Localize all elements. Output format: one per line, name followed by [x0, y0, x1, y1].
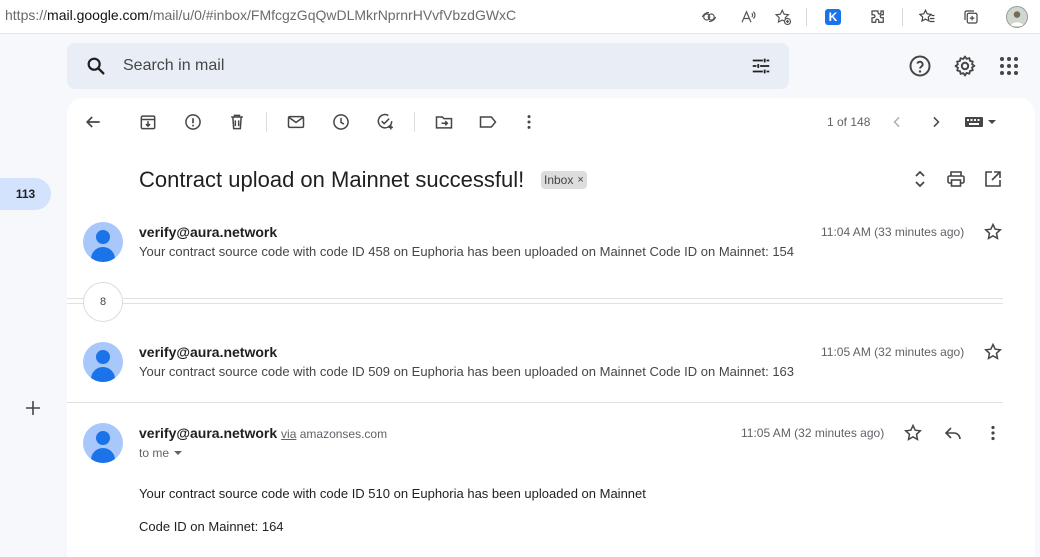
collapsed-messages-count[interactable]: 8: [83, 282, 123, 322]
collections-icon[interactable]: [958, 4, 984, 30]
open-new-window-icon[interactable]: [983, 169, 1003, 189]
message-divider: [67, 402, 1003, 403]
favorites-icon[interactable]: [914, 4, 940, 30]
collapsed-line: [67, 298, 1003, 299]
reading-mode-icon[interactable]: [696, 4, 722, 30]
settings-gear-icon[interactable]: [953, 54, 977, 78]
search-bar[interactable]: Search in mail: [67, 43, 789, 89]
message-time: 11:05 AM (32 minutes ago): [741, 426, 885, 440]
star-icon[interactable]: [983, 222, 1003, 242]
url-field[interactable]: https://mail.google.com/mail/u/0/#inbox/…: [5, 7, 516, 23]
more-vert-icon[interactable]: [983, 423, 1003, 443]
snooze-clock-icon[interactable]: [330, 111, 352, 133]
back-icon[interactable]: [82, 111, 104, 133]
sender-line: verify@aura.network via amazonses.com: [139, 425, 387, 441]
help-icon[interactable]: [908, 54, 932, 78]
sender-avatar: [83, 222, 123, 262]
input-tools-keyboard-icon[interactable]: [964, 111, 1000, 133]
collapsed-line: [67, 303, 1003, 304]
to-me-label: to me: [139, 446, 170, 460]
label-chip-text: Inbox: [544, 173, 574, 187]
profile-avatar[interactable]: [1004, 4, 1030, 30]
url-path: /mail/u/0/#inbox/FMfcgzGqQwDLMkrNprnrHVv…: [148, 7, 517, 23]
extension-letter: K: [825, 9, 841, 25]
newer-chevron-right-icon[interactable]: [925, 111, 947, 133]
label-tag-icon[interactable]: [477, 111, 499, 133]
avatar: [1006, 6, 1028, 28]
more-vert-icon[interactable]: [518, 111, 540, 133]
expand-all-icon[interactable]: [910, 169, 930, 189]
message-body-line: Your contract source code with code ID 5…: [139, 486, 646, 501]
star-icon[interactable]: [903, 423, 923, 443]
divider: [266, 112, 267, 132]
via-link[interactable]: via: [281, 427, 296, 441]
archive-icon[interactable]: [137, 111, 159, 133]
remove-label-close-icon[interactable]: ×: [577, 174, 583, 186]
url-prefix: https://: [5, 7, 48, 23]
search-input[interactable]: Search in mail: [123, 57, 224, 75]
star-icon[interactable]: [983, 342, 1003, 362]
move-to-folder-icon[interactable]: [433, 111, 455, 133]
add-label-icon[interactable]: [23, 398, 43, 418]
pager-count: 1 of 148: [827, 115, 871, 129]
message-snippet[interactable]: Your contract source code with code ID 4…: [139, 244, 794, 259]
add-to-tasks-icon[interactable]: [374, 111, 396, 133]
inbox-unread-count[interactable]: 113: [0, 178, 51, 210]
message-snippet[interactable]: Your contract source code with code ID 5…: [139, 364, 794, 379]
apps-grid-icon[interactable]: [997, 54, 1021, 78]
sender-avatar: [83, 342, 123, 382]
via-domain: amazonses.com: [299, 427, 388, 441]
search-icon[interactable]: [85, 55, 107, 77]
add-favorite-icon[interactable]: [770, 4, 796, 30]
search-options-icon[interactable]: [750, 55, 772, 77]
read-aloud-icon[interactable]: [735, 4, 761, 30]
sender-name[interactable]: verify@aura.network: [139, 224, 277, 240]
report-spam-icon[interactable]: [182, 111, 204, 133]
divider: [414, 112, 415, 132]
inbox-label-chip[interactable]: Inbox ×: [541, 171, 587, 189]
url-host: mail.google.com: [47, 7, 149, 23]
email-subject: Contract upload on Mainnet successful!: [139, 167, 525, 192]
message-time: 11:05 AM (32 minutes ago): [821, 345, 965, 359]
extension-k-icon[interactable]: K: [820, 4, 846, 30]
print-icon[interactable]: [946, 169, 966, 189]
reply-icon[interactable]: [943, 423, 963, 443]
sender-name[interactable]: verify@aura.network: [139, 425, 277, 441]
delete-trash-icon[interactable]: [226, 111, 248, 133]
message-body-line: Code ID on Mainnet: 164: [139, 519, 284, 534]
browser-address-bar: https://mail.google.com/mail/u/0/#inbox/…: [0, 0, 1040, 34]
message-time: 11:04 AM (33 minutes ago): [821, 225, 965, 239]
sender-avatar: [83, 423, 123, 463]
chevron-down-icon: [174, 451, 183, 455]
recipients-toggle[interactable]: to me: [139, 446, 183, 460]
older-chevron-left-icon[interactable]: [886, 111, 908, 133]
extensions-puzzle-icon[interactable]: [865, 4, 891, 30]
divider: [806, 8, 807, 26]
mark-unread-mail-icon[interactable]: [285, 111, 307, 133]
message-panel: 1 of 148 Contract upload on Mainnet succ…: [67, 98, 1035, 557]
divider: [902, 8, 903, 26]
via-info: via amazonses.com: [281, 427, 387, 441]
sender-name[interactable]: verify@aura.network: [139, 344, 277, 360]
